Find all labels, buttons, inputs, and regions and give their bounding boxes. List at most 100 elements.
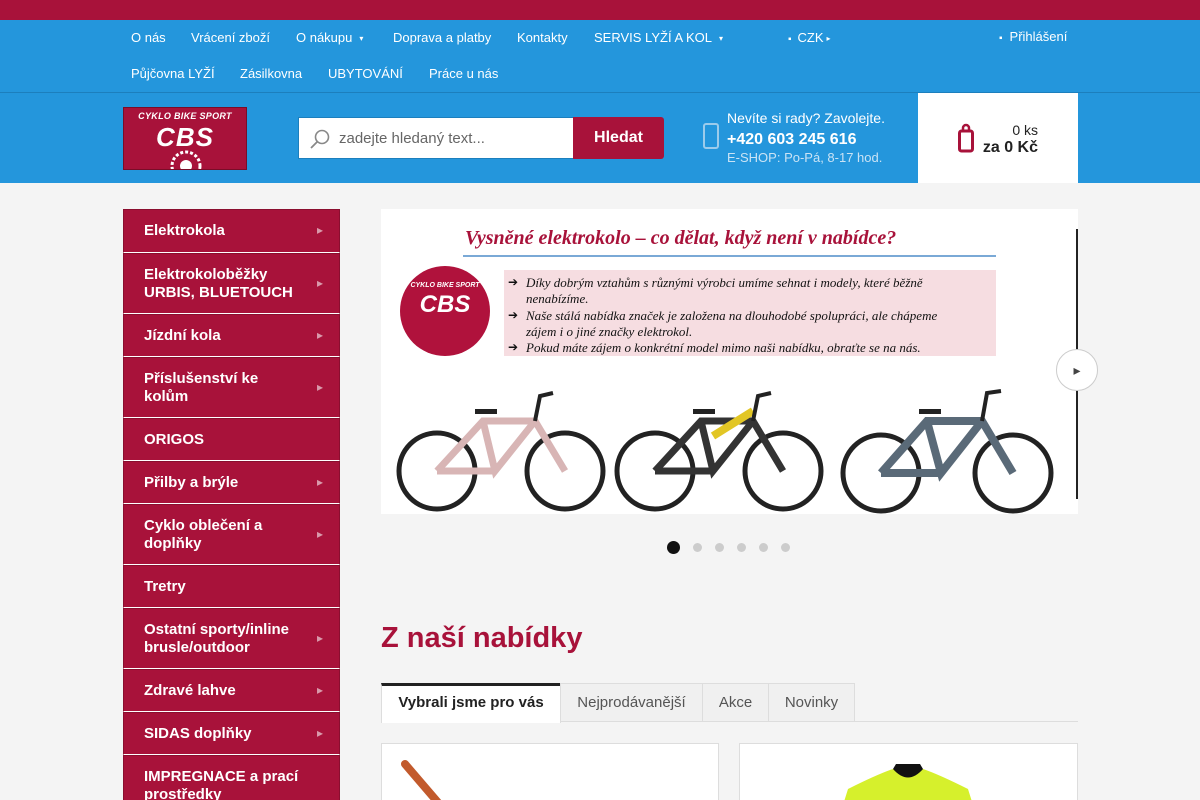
cart-count: 0 ks	[1012, 122, 1038, 138]
contact-hours: E-SHOP: Po-Pá, 8-17 hod.	[727, 150, 883, 165]
promo-banner[interactable]: Vysněné elektrokolo – co dělat, když nen…	[381, 209, 1078, 514]
category-elektrokolobezky[interactable]: Elektrokoloběžky URBIS, BLUETOUCH ▸	[123, 253, 340, 314]
category-label: Jízdní kola	[144, 327, 221, 344]
chevron-right-icon: ▸	[316, 631, 323, 645]
phone-icon	[703, 123, 719, 149]
arrow-right-icon: ➔	[508, 340, 519, 354]
chevron-down-icon: ▾	[719, 34, 724, 43]
banner-title: Vysněné elektrokolo – co dělat, když nen…	[465, 227, 897, 249]
contact-phone[interactable]: +420 603 245 616	[727, 131, 856, 149]
cart-icon	[958, 123, 974, 153]
tab-nejprodavanejsi[interactable]: Nejprodávanější	[560, 683, 703, 722]
banner-line: Díky dobrým vztahům s různými výrobci um…	[526, 275, 923, 290]
nav-item-pujcovna-lyzi[interactable]: Půjčovna LYŽÍ	[131, 66, 215, 81]
chevron-down-icon: ▸	[826, 34, 831, 43]
nav-item-o-nakupu[interactable]: O nákupu ▾	[296, 30, 363, 45]
category-label: Tretry	[144, 578, 186, 595]
main-nav: O nás Vrácení zboží O nákupu ▾ Doprava a …	[0, 20, 1200, 93]
logo-tagline: CYKLO BIKE SPORT	[138, 111, 232, 121]
login-label: Přihlášení	[1009, 29, 1068, 44]
carousel-next-button[interactable]: ▸	[1056, 349, 1098, 391]
category-label: Ostatní sporty/inline brusle/outdoor	[144, 621, 290, 656]
category-prilby-a-bryle[interactable]: Přilby a brýle ▸	[123, 461, 340, 504]
category-label: Zdravé lahve	[144, 682, 236, 699]
tab-vybrali-jsme[interactable]: Vybrali jsme pro vás	[381, 683, 561, 723]
search-box	[298, 117, 574, 159]
category-jizdni-kola[interactable]: Jízdní kola ▸	[123, 314, 340, 357]
category-sidas[interactable]: SIDAS doplňky ▸	[123, 712, 340, 755]
banner-line: Pokud máte zájem o konkrétní model mimo …	[526, 340, 921, 355]
category-elektrokola[interactable]: Elektrokola ▸	[123, 209, 340, 253]
tab-novinky[interactable]: Novinky	[768, 683, 855, 722]
arrow-right-icon: ➔	[508, 275, 519, 289]
nav-item-kontakty[interactable]: Kontakty	[517, 30, 568, 45]
category-impregnace[interactable]: IMPREGNACE a prací prostředky	[123, 755, 340, 800]
banner-divider	[463, 255, 996, 257]
category-prislusenstvi[interactable]: Příslušenství ke kolům ▸	[123, 357, 340, 418]
banner-logo-tagline: CYKLO BIKE SPORT	[410, 282, 480, 289]
chainring-icon	[170, 150, 202, 169]
banner-text-box: ➔ Díky dobrým vztahům s různými výrobci …	[504, 270, 996, 356]
section-title: Z naší nabídky	[381, 622, 583, 654]
nav-item-label: SERVIS LYŽÍ A KOL	[594, 30, 713, 45]
banner-logo: CYKLO BIKE SPORT CBS	[400, 266, 490, 356]
product-image	[844, 764, 972, 800]
chevron-right-icon: ▸	[316, 328, 323, 342]
search-input[interactable]	[339, 118, 569, 158]
category-label: IMPREGNACE a prací prostředky	[144, 768, 299, 800]
tab-akce[interactable]: Akce	[702, 683, 769, 722]
site-header: CYKLO BIKE SPORT CBS Hledat Nevíte si ra…	[0, 93, 1200, 183]
category-origos[interactable]: ORIGOS	[123, 418, 340, 461]
nav-item-o-nas[interactable]: O nás	[131, 30, 166, 45]
e-bike-image	[396, 391, 606, 512]
currency-icon: ▪	[788, 34, 792, 45]
login-link[interactable]: ▪ Přihlášení	[999, 29, 1067, 44]
category-tretry[interactable]: Tretry	[123, 565, 340, 608]
carousel-dot[interactable]	[737, 543, 746, 552]
nav-item-vraceni-zbozi[interactable]: Vrácení zboží	[191, 30, 270, 45]
category-zdrave-lahve[interactable]: Zdravé lahve ▸	[123, 669, 340, 712]
carousel-dot[interactable]	[693, 543, 702, 552]
chevron-down-icon: ▾	[359, 34, 364, 43]
currency-label: CZK	[797, 30, 824, 45]
chevron-right-icon: ▸	[1073, 362, 1081, 378]
search-button[interactable]: Hledat	[573, 117, 664, 159]
contact-question: Nevíte si rady? Zavolejte.	[727, 110, 885, 126]
category-ostatni-sporty[interactable]: Ostatní sporty/inline brusle/outdoor ▸	[123, 608, 340, 669]
category-label: Elektrokola	[144, 222, 225, 239]
nav-item-servis[interactable]: SERVIS LYŽÍ A KOL ▾	[594, 30, 723, 45]
top-accent-bar	[0, 0, 1200, 20]
category-label: ORIGOS	[144, 431, 205, 448]
cart-button[interactable]: 0 ks za 0 Kč	[918, 93, 1078, 183]
banner-line: Naše stálá nabídka značek je založena na…	[526, 308, 938, 323]
carousel-dot[interactable]	[715, 543, 724, 552]
chevron-right-icon: ▸	[316, 726, 323, 740]
category-cyklo-obleceni[interactable]: Cyklo oblečení a doplňky ▸	[123, 504, 340, 565]
chevron-right-icon: ▸	[316, 276, 323, 290]
nav-item-doprava-a-platby[interactable]: Doprava a platby	[393, 30, 491, 45]
chevron-right-icon: ▸	[316, 380, 323, 394]
category-label: Příslušenství ke kolům	[144, 370, 259, 405]
nav-item-ubytovani[interactable]: UBYTOVÁNÍ	[328, 66, 403, 81]
category-label: Přilby a brýle	[144, 474, 239, 491]
carousel-dot[interactable]	[759, 543, 768, 552]
banner-line: nenabízíme.	[526, 291, 589, 306]
chevron-right-icon: ▸	[316, 475, 323, 489]
search-icon	[310, 129, 330, 149]
offer-tabs: Vybrali jsme pro vás Nejprodávanější Akc…	[381, 683, 1078, 723]
product-card[interactable]	[739, 743, 1078, 800]
currency-selector[interactable]: ▪ CZK ▸	[788, 30, 831, 45]
category-sidebar: Elektrokola ▸ Elektrokoloběžky URBIS, BL…	[123, 209, 340, 800]
carousel-dot[interactable]	[781, 543, 790, 552]
category-label: Cyklo oblečení a doplňky	[144, 517, 263, 552]
product-card[interactable]	[381, 743, 719, 800]
banner-logo-mark: CBS	[419, 291, 471, 318]
arrow-right-icon: ➔	[508, 308, 519, 322]
nav-item-label: O nákupu	[296, 30, 353, 45]
nav-item-prace-u-nas[interactable]: Práce u nás	[429, 66, 498, 81]
e-bike-image	[614, 391, 824, 512]
product-image	[401, 760, 442, 800]
carousel-dot[interactable]	[667, 541, 680, 554]
site-logo[interactable]: CYKLO BIKE SPORT CBS	[123, 107, 247, 170]
nav-item-zasilkovna[interactable]: Zásilkovna	[240, 66, 302, 81]
